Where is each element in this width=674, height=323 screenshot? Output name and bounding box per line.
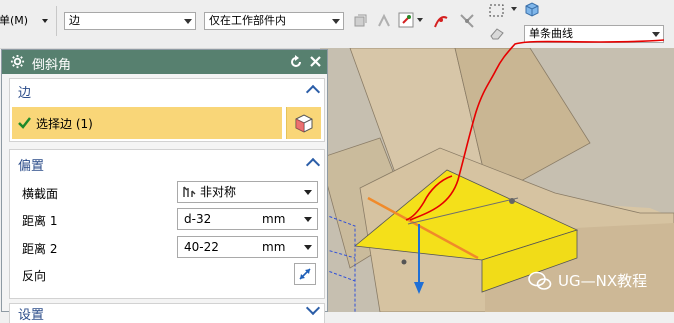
distance2-value[interactable]: 40-22 — [184, 237, 219, 257]
intersection-point-icon[interactable] — [458, 12, 476, 30]
cross-section-dropdown[interactable]: 非对称 — [177, 181, 318, 203]
dialog-title: 倒斜角 — [32, 58, 72, 73]
reverse-label: 反向 — [22, 269, 47, 283]
distance2-unit[interactable]: mm — [262, 237, 285, 257]
select-features-icon[interactable] — [352, 12, 370, 30]
distance1-label: 距离 1 — [22, 214, 58, 228]
chevron-down-icon[interactable] — [305, 300, 321, 316]
distance2-label: 距离 2 — [22, 242, 58, 256]
chevron-down-icon — [184, 19, 192, 24]
reverse-direction-button[interactable] — [294, 263, 316, 285]
toolbar-divider — [56, 6, 57, 36]
solid-body-icon[interactable] — [523, 0, 541, 18]
cube-select-icon — [295, 114, 313, 133]
chevron-down-icon — [304, 190, 312, 195]
gear-icon — [10, 54, 25, 69]
chevron-down-icon[interactable] — [304, 245, 312, 250]
cross-section-label: 横截面 — [22, 187, 59, 201]
edge-section: 边 选择边 (1) — [9, 78, 325, 142]
reverse-direction-icon — [299, 268, 311, 280]
scope-filter-dropdown[interactable]: 仅在工作部件内 — [204, 12, 344, 30]
curve-rule-value: 单条曲线 — [529, 27, 573, 40]
snap-point-icon[interactable] — [397, 11, 415, 29]
settings-section-header[interactable]: 设置 — [18, 304, 44, 323]
distance1-unit[interactable]: mm — [262, 209, 285, 229]
watermark: UG—NX教程 — [528, 270, 647, 291]
chevron-down-icon — [42, 19, 49, 23]
dialog-titlebar[interactable]: 倒斜角 — [2, 50, 327, 74]
chevron-down-icon — [332, 19, 340, 24]
distance1-field[interactable]: d-32 mm — [177, 208, 318, 230]
watermark-text: UG—NX教程 — [558, 272, 648, 290]
type-filter-value: 边 — [69, 14, 80, 27]
handle-point[interactable] — [509, 198, 515, 204]
checkmark-icon — [18, 117, 31, 129]
reset-icon[interactable] — [289, 55, 303, 69]
curve-rule-dropdown[interactable]: 单条曲线 — [524, 25, 664, 43]
cross-section-value: 非对称 — [200, 185, 237, 199]
chamfer-dialog: 倒斜角 边 选择边 (1) 偏置 横截面 非对称 距离 1 d-32 mm 距离… — [1, 49, 328, 323]
chevron-down-icon — [652, 32, 660, 37]
close-icon[interactable] — [309, 55, 322, 68]
select-edge-label: 选择边 (1) — [36, 117, 93, 131]
distance1-value[interactable]: d-32 — [184, 209, 211, 229]
snap-arrow-icon[interactable] — [375, 12, 393, 30]
type-filter-dropdown[interactable]: 边 — [64, 12, 196, 30]
settings-section: 设置 — [9, 300, 325, 323]
chevron-up-icon[interactable] — [305, 157, 321, 173]
menu-button[interactable]: 菜单(M) — [0, 12, 49, 28]
chevron-up-icon[interactable] — [305, 84, 321, 100]
offset-section-header[interactable]: 偏置 — [18, 155, 44, 174]
chevron-down-icon[interactable] — [304, 217, 312, 222]
origin-point — [401, 259, 407, 265]
point-on-curve-icon[interactable] — [432, 12, 450, 30]
distance2-field[interactable]: 40-22 mm — [177, 236, 318, 258]
chevron-down-icon[interactable] — [511, 7, 517, 11]
offset-section: 偏置 横截面 非对称 距离 1 d-32 mm 距离 2 40-22 mm 反向 — [9, 149, 325, 299]
wechat-icon — [528, 271, 552, 290]
eraser-icon[interactable] — [488, 24, 506, 42]
select-edge-row[interactable]: 选择边 (1) — [12, 107, 282, 139]
graphics-viewport[interactable]: UG—NX教程 — [320, 48, 674, 312]
rectangle-select-icon[interactable] — [488, 2, 506, 20]
scope-filter-value: 仅在工作部件内 — [209, 14, 286, 27]
top-toolbar: 菜单(M) 边 仅在工作部件内 单条曲线 — [0, 0, 674, 49]
menu-label: 菜单(M) — [0, 14, 29, 27]
asymmetric-icon — [183, 186, 196, 197]
edge-section-header[interactable]: 边 — [18, 82, 31, 101]
chevron-down-icon[interactable] — [417, 18, 423, 22]
select-edge-button[interactable] — [286, 107, 321, 139]
